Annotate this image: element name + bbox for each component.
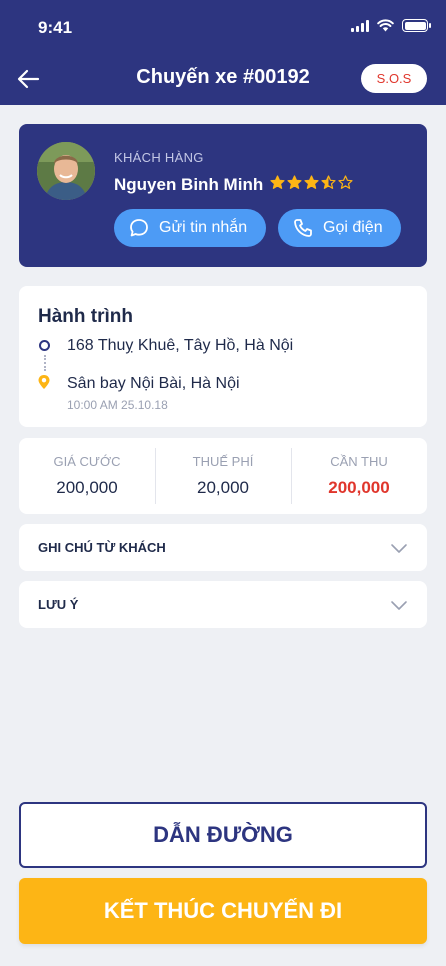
star-half-icon xyxy=(321,175,336,189)
fee-total-value: 200,000 xyxy=(328,478,390,497)
status-icons xyxy=(351,19,431,32)
fee-label: THUẾ PHÍ xyxy=(192,454,254,469)
destination-address: Sân bay Nội Bài, Hà Nội xyxy=(67,375,240,392)
origin-dot-icon xyxy=(39,340,50,351)
fee-label: CẦN THU xyxy=(330,454,388,469)
navigate-button[interactable]: DẪN ĐƯỜNG xyxy=(19,802,427,868)
customer-label: KHÁCH HÀNG xyxy=(114,150,204,165)
trip-card: Hành trình 168 Thuỵ Khuê, Tây Hồ, Hà Nội… xyxy=(19,286,427,427)
star-full-icon xyxy=(304,175,319,189)
phone-icon xyxy=(294,219,312,237)
trip-time: 10:00 AM 25.10.18 xyxy=(67,398,168,412)
sos-button[interactable]: S.O.S xyxy=(361,64,427,93)
fee-total: CẦN THU 200,000 xyxy=(291,438,427,514)
signal-icon xyxy=(351,19,369,32)
fee-value: 200,000 xyxy=(56,478,118,497)
battery-icon xyxy=(402,19,431,32)
fee-tax: THUẾ PHÍ 20,000 xyxy=(155,438,291,514)
wifi-icon xyxy=(377,19,394,32)
fees-card: GIÁ CƯỚC 200,000 THUẾ PHÍ 20,000 CẦN THU… xyxy=(19,438,427,514)
star-empty-icon xyxy=(338,175,353,189)
star-full-icon xyxy=(270,175,285,189)
star-full-icon xyxy=(287,175,302,189)
location-pin-icon xyxy=(38,375,50,389)
customer-note-label: GHI CHÚ TỪ KHÁCH xyxy=(38,540,166,555)
customer-note-section[interactable]: GHI CHÚ TỪ KHÁCH xyxy=(19,524,427,571)
finish-trip-button[interactable]: KẾT THÚC CHUYẾN ĐI xyxy=(19,878,427,944)
rating-stars xyxy=(270,175,353,190)
warning-section[interactable]: LƯU Ý xyxy=(19,581,427,628)
trip-title: Hành trình xyxy=(38,306,133,327)
fee-value: 20,000 xyxy=(197,478,249,497)
header-bar: 9:41 Chuyến xe #00192 S.O.S xyxy=(0,0,446,105)
route-dotted-line xyxy=(44,355,46,371)
send-message-label: Gửi tin nhắn xyxy=(159,219,248,236)
chat-bubble-icon xyxy=(130,219,148,237)
customer-name: Nguyen Binh Minh xyxy=(114,175,264,194)
chevron-down-icon xyxy=(391,544,407,553)
avatar xyxy=(37,142,95,200)
fee-base: GIÁ CƯỚC 200,000 xyxy=(19,438,155,514)
customer-card: KHÁCH HÀNG Nguyen Binh Minh Gửi tin nhắn… xyxy=(19,124,427,267)
pickup-address: 168 Thuỵ Khuê, Tây Hồ, Hà Nội xyxy=(67,337,294,354)
call-label: Gọi điện xyxy=(323,219,383,236)
status-time: 9:41 xyxy=(38,18,73,37)
send-message-button[interactable]: Gửi tin nhắn xyxy=(114,209,266,247)
fee-label: GIÁ CƯỚC xyxy=(53,454,121,469)
warning-label: LƯU Ý xyxy=(38,597,79,612)
chevron-down-icon xyxy=(391,601,407,610)
call-button[interactable]: Gọi điện xyxy=(278,209,401,247)
